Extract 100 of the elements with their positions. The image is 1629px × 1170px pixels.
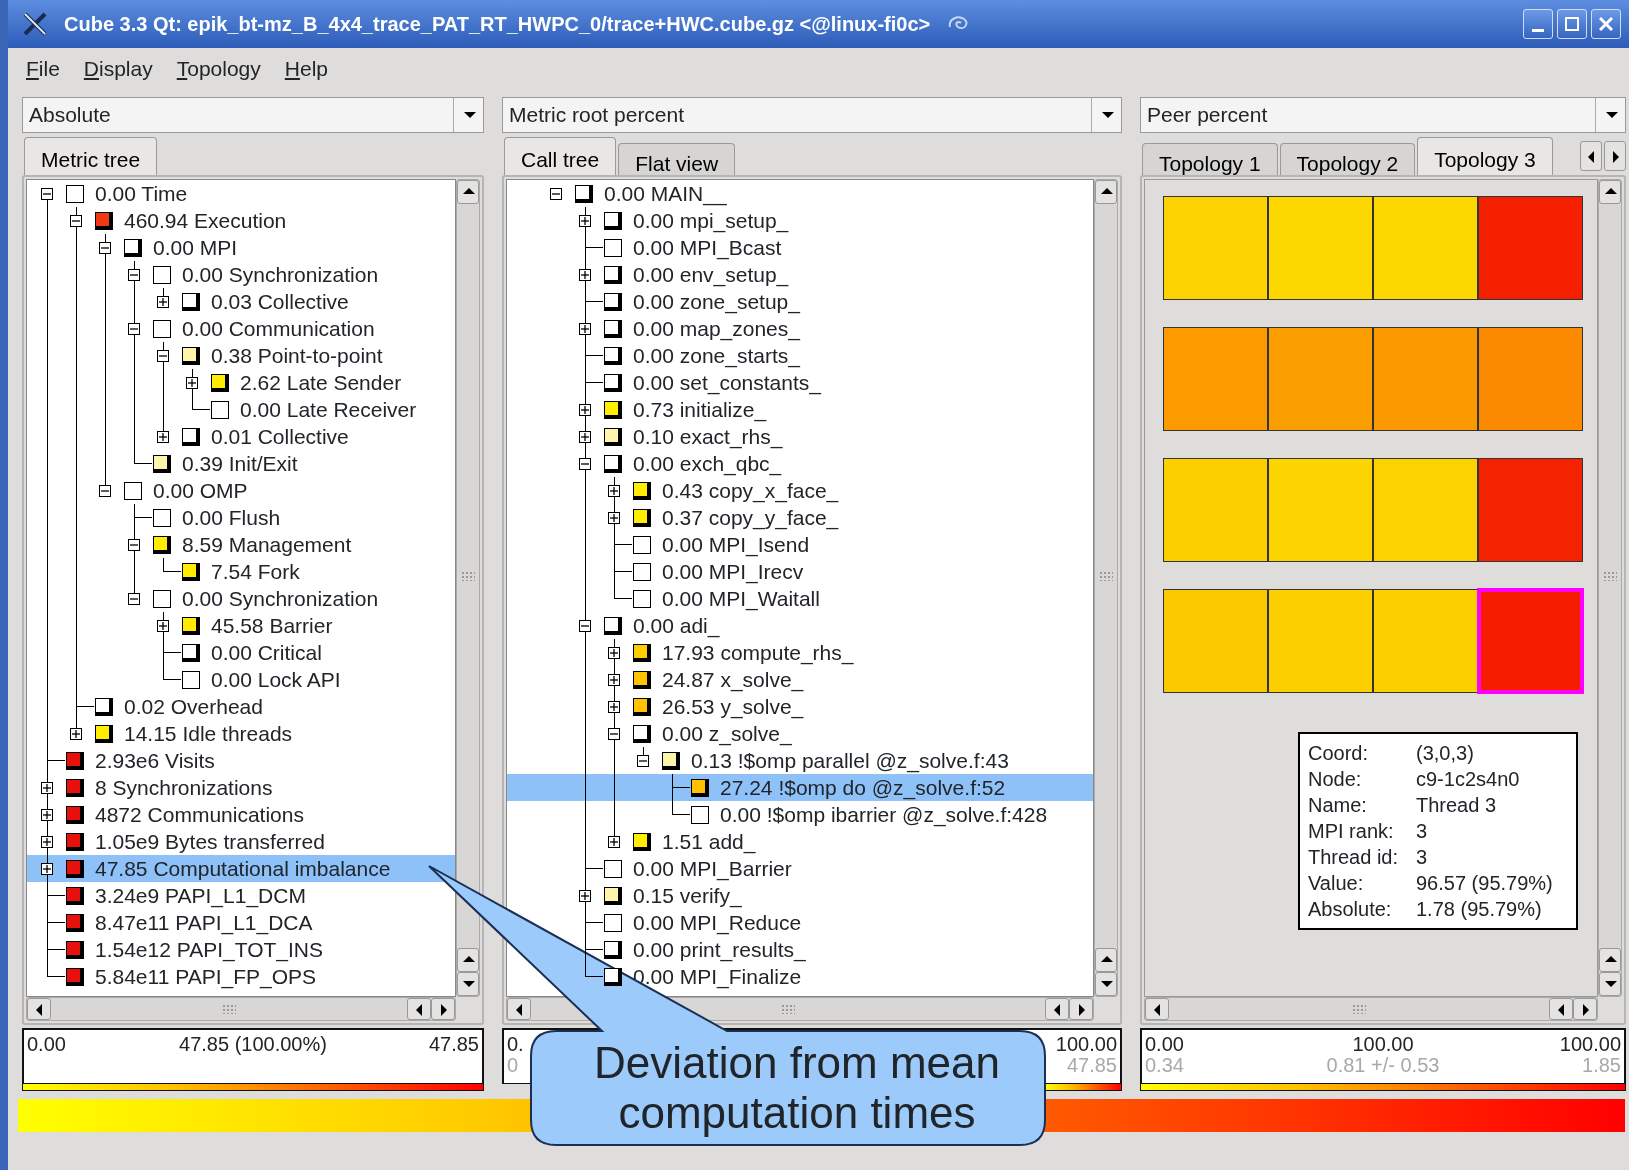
horizontal-scrollbar[interactable]: [26, 997, 456, 1021]
tree-row[interactable]: 0.15 verify_: [579, 882, 742, 909]
topology-cell[interactable]: [1373, 196, 1478, 300]
menu-item[interactable]: Topology: [176, 53, 261, 85]
tab[interactable]: Flat view: [618, 143, 736, 175]
tree-row[interactable]: 0.13 !$omp parallel @z_solve.f:43: [637, 747, 1009, 774]
tree-row[interactable]: 0.00 mpi_setup_: [579, 207, 789, 234]
topology-cell[interactable]: [1373, 327, 1478, 431]
expand-icon[interactable]: [608, 673, 620, 686]
topology-cell[interactable]: [1268, 196, 1373, 300]
expand-icon[interactable]: [186, 376, 198, 389]
scroll-up-button[interactable]: [1599, 948, 1621, 972]
scroll-down-button[interactable]: [457, 972, 479, 996]
tab-scroll-left-button[interactable]: [1580, 141, 1602, 171]
topology-cell[interactable]: [1373, 458, 1478, 562]
tree-row[interactable]: 0.37 copy_y_face_: [608, 504, 839, 531]
menu-item[interactable]: Help: [284, 53, 328, 85]
topology-cell[interactable]: [1163, 196, 1268, 300]
tree-row[interactable]: 0.00 Critical: [157, 639, 322, 666]
tree-row[interactable]: 8.47e11 PAPI_L1_DCA: [41, 909, 313, 936]
horizontal-scrollbar[interactable]: [1144, 997, 1598, 1021]
tree-row[interactable]: 0.38 Point-to-point: [157, 342, 383, 369]
tab[interactable]: Topology 1: [1142, 143, 1278, 175]
close-button[interactable]: [1591, 9, 1621, 39]
expand-icon[interactable]: [579, 322, 591, 335]
expand-icon[interactable]: [579, 268, 591, 281]
tab[interactable]: Metric tree: [24, 137, 158, 175]
tree-row[interactable]: 24.87 x_solve_: [608, 666, 804, 693]
tree-row[interactable]: 0.00 MPI_Barrier: [579, 855, 792, 882]
tree-row[interactable]: 17.93 compute_rhs_: [608, 639, 854, 666]
tree-row[interactable]: 0.00 env_setup_: [579, 261, 789, 288]
expand-icon[interactable]: [157, 619, 169, 632]
tree-row[interactable]: 460.94 Execution: [70, 207, 287, 234]
expand-icon[interactable]: [70, 727, 82, 740]
scroll-up-button[interactable]: [1095, 180, 1117, 204]
dropdown[interactable]: Metric root percent: [502, 97, 1122, 133]
topology-cell[interactable]: [1478, 196, 1583, 300]
tree-row[interactable]: 27.24 !$omp do @z_solve.f:52: [507, 774, 1093, 801]
topology-cell[interactable]: [1268, 327, 1373, 431]
tree-row[interactable]: 45.58 Barrier: [157, 612, 333, 639]
topology-cell[interactable]: [1163, 327, 1268, 431]
tab[interactable]: Topology 2: [1279, 143, 1416, 175]
scroll-left-button[interactable]: [1045, 998, 1069, 1020]
tree-row[interactable]: 0.00 exch_qbc_: [579, 450, 782, 477]
scroll-left-button[interactable]: [507, 998, 531, 1020]
tree-row[interactable]: 0.00 Communication: [128, 315, 375, 342]
scroll-right-button[interactable]: [1573, 998, 1597, 1020]
scroll-left-button[interactable]: [1145, 998, 1169, 1020]
tree-row[interactable]: 0.00 zone_setup_: [579, 288, 800, 315]
tree-row[interactable]: 0.03 Collective: [157, 288, 349, 315]
maximize-button[interactable]: [1557, 9, 1587, 39]
vertical-scrollbar[interactable]: [1598, 179, 1622, 997]
tree-row[interactable]: 8.59 Management: [128, 531, 352, 558]
expand-icon[interactable]: [608, 835, 620, 848]
tree-row[interactable]: 0.00 MAIN__: [550, 180, 727, 207]
menu-item[interactable]: File: [26, 53, 60, 85]
expand-icon[interactable]: [608, 700, 620, 713]
topology-cell[interactable]: [1163, 589, 1268, 693]
tree-row[interactable]: 0.00 zone_starts_: [579, 342, 800, 369]
tree-row[interactable]: 0.02 Overhead: [70, 693, 263, 720]
tree-row[interactable]: 47.85 Computational imbalance: [27, 855, 455, 882]
tree-row[interactable]: 0.01 Collective: [157, 423, 349, 450]
expand-icon[interactable]: [41, 781, 53, 794]
topology-cell[interactable]: [1268, 458, 1373, 562]
topology-cell[interactable]: [1163, 458, 1268, 562]
expand-icon[interactable]: [608, 646, 620, 659]
tree-row[interactable]: 3.24e9 PAPI_L1_DCM: [41, 882, 306, 909]
tree-row[interactable]: 0.00 MPI_Irecv: [608, 558, 804, 585]
expand-icon[interactable]: [157, 430, 169, 443]
tree-row[interactable]: 0.39 Init/Exit: [128, 450, 298, 477]
tree-row[interactable]: 1.51 add_: [608, 828, 756, 855]
scroll-up-button[interactable]: [1599, 180, 1621, 204]
tree-row[interactable]: 8 Synchronizations: [41, 774, 273, 801]
tree-row[interactable]: 0.00 Synchronization: [128, 261, 379, 288]
tree-row[interactable]: 0.00 MPI: [99, 234, 238, 261]
scroll-up-button[interactable]: [457, 948, 479, 972]
tree-row[interactable]: 0.00 map_zones_: [579, 315, 800, 342]
tree-row[interactable]: 4872 Communications: [41, 801, 304, 828]
topology-cell[interactable]: [1268, 589, 1373, 693]
tree-row[interactable]: 1.05e9 Bytes transferred: [41, 828, 325, 855]
tab[interactable]: Topology 3: [1417, 137, 1553, 175]
scroll-down-button[interactable]: [1095, 972, 1117, 996]
expand-icon[interactable]: [608, 484, 620, 497]
tab[interactable]: Call tree: [504, 137, 617, 175]
topology-cell[interactable]: [1478, 327, 1583, 431]
scroll-up-button[interactable]: [457, 180, 479, 204]
tree-row[interactable]: 0.00 z_solve_: [608, 720, 792, 747]
tree-row[interactable]: 0.00 set_constants_: [579, 369, 821, 396]
vertical-scrollbar[interactable]: [1094, 179, 1118, 997]
scroll-right-button[interactable]: [1069, 998, 1093, 1020]
scroll-up-button[interactable]: [1095, 948, 1117, 972]
tree-row[interactable]: 14.15 Idle threads: [70, 720, 293, 747]
expand-icon[interactable]: [41, 835, 53, 848]
expand-icon[interactable]: [157, 295, 169, 308]
dropdown[interactable]: Absolute: [22, 97, 484, 133]
tree-row[interactable]: 1.54e12 PAPI_TOT_INS: [41, 936, 324, 963]
expand-icon[interactable]: [41, 808, 53, 821]
tree-row[interactable]: 0.00 Late Receiver: [186, 396, 417, 423]
topology-cell[interactable]: [1373, 589, 1478, 693]
tree-row[interactable]: 0.00 MPI_Waitall: [608, 585, 820, 612]
